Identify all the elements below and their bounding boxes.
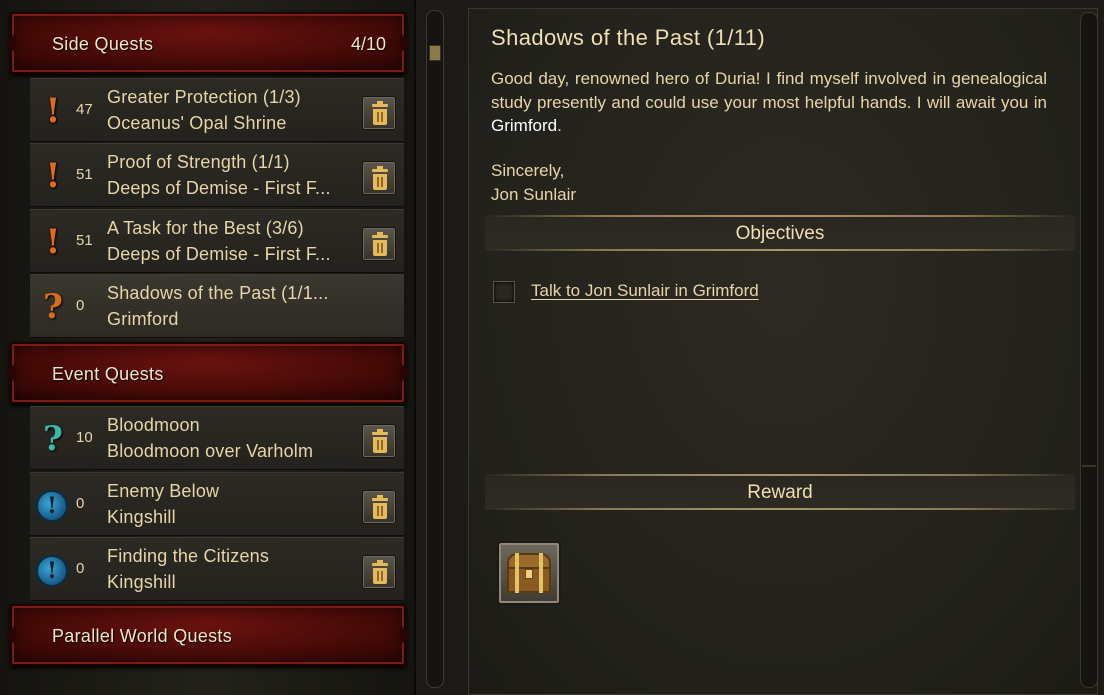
quest-detail-scrollbar[interactable]	[1080, 12, 1098, 688]
abandon-quest-button[interactable]	[362, 424, 396, 458]
description-text: Good day, renowned hero of Duria! I find…	[491, 69, 1047, 112]
quest-row-proof-of-strength[interactable]: ! 51 Proof of Strength (1/1) Deeps of De…	[30, 143, 404, 207]
reward-header: Reward	[485, 468, 1075, 516]
category-title: Event Quests	[52, 364, 164, 384]
category-title: Side Quests	[52, 34, 154, 54]
quest-name: Greater Protection (1/3)	[107, 87, 301, 107]
quest-level: 10	[76, 429, 93, 446]
quest-name: A Task for the Best (3/6)	[107, 218, 304, 238]
category-title: Parallel World Quests	[52, 626, 233, 646]
reward-title: Reward	[747, 482, 813, 503]
quest-signoff: Sincerely, Jon Sunlair	[491, 159, 576, 206]
quest-list-scrollbar[interactable]	[426, 10, 444, 688]
location-highlight: Grimford	[491, 116, 558, 135]
quest-level: 0	[76, 495, 85, 512]
category-parallel-world-quests[interactable]: Parallel World Quests	[10, 604, 406, 666]
quest-row-task-for-the-best[interactable]: ! 51 A Task for the Best (3/6) Deeps of …	[30, 209, 404, 273]
quest-level: 0	[76, 297, 85, 314]
reward-item-slot[interactable]	[497, 541, 561, 605]
quest-name: Proof of Strength (1/1)	[107, 152, 290, 172]
quest-row-greater-protection[interactable]: ! 47 Greater Protection (1/3) Oceanus' O…	[30, 78, 404, 142]
quest-count: 4/10	[350, 34, 386, 54]
quest-level: 0	[76, 560, 85, 577]
scrollbar-thumb[interactable]	[429, 45, 441, 61]
quest-detail-title: Shadows of the Past (1/11)	[491, 25, 766, 50]
category-event-quests[interactable]: Event Quests	[10, 342, 406, 404]
quest-level: 51	[76, 232, 93, 249]
quest-name: Enemy Below	[107, 481, 220, 501]
question-mark-icon: ?	[43, 287, 63, 327]
quest-location: Oceanus' Opal Shrine	[107, 113, 287, 133]
quest-name: Finding the Citizens	[107, 546, 270, 566]
quest-row-bloodmoon[interactable]: ? 10 Bloodmoon Bloodmoon over Varholm	[30, 406, 404, 470]
description-end: .	[557, 116, 562, 135]
quest-row-enemy-below[interactable]: ! 0 Enemy Below Kingshill	[30, 472, 404, 536]
quest-row-finding-the-citizens[interactable]: ! 0 Finding the Citizens Kingshill	[30, 537, 404, 601]
exclamation-icon: !	[45, 91, 61, 131]
exclamation-icon: !	[45, 156, 61, 196]
abandon-quest-button[interactable]	[362, 96, 396, 130]
objective-link[interactable]: Talk to Jon Sunlair in Grimford	[531, 281, 759, 301]
quest-list-panel: Side Quests 4/10 ! 47 Greater Protection…	[0, 0, 416, 695]
teal-question-mark-icon: ?	[43, 419, 63, 459]
quest-name: Shadows of the Past (1/1...	[107, 283, 329, 303]
abandon-quest-button[interactable]	[362, 227, 396, 261]
objective-checkbox	[493, 281, 515, 303]
quest-location: Kingshill	[107, 572, 176, 592]
quest-location: Bloodmoon over Varholm	[107, 441, 314, 461]
quest-location: Grimford	[107, 309, 179, 329]
abandon-quest-button[interactable]	[362, 161, 396, 195]
quest-row-shadows-of-the-past[interactable]: ? 0 Shadows of the Past (1/1... Grimford	[30, 274, 404, 338]
quest-location: Deeps of Demise - First F...	[107, 244, 331, 264]
quest-detail-panel: Shadows of the Past (1/11) Good day, ren…	[468, 8, 1098, 695]
quest-location: Deeps of Demise - First F...	[107, 178, 331, 198]
abandon-quest-button[interactable]	[362, 490, 396, 524]
category-side-quests[interactable]: Side Quests 4/10	[10, 12, 406, 74]
signoff-line: Sincerely,	[491, 161, 565, 180]
quest-description: Good day, renowned hero of Duria! I find…	[491, 67, 1047, 138]
event-exclamation-icon: !	[36, 490, 68, 522]
exclamation-icon: !	[45, 222, 61, 262]
quest-name: Bloodmoon	[107, 415, 200, 435]
quest-location: Kingshill	[107, 507, 176, 527]
signoff-name: Jon Sunlair	[491, 184, 577, 204]
treasure-chest-icon	[507, 553, 551, 593]
quest-level: 51	[76, 166, 93, 183]
quest-level: 47	[76, 101, 93, 118]
abandon-quest-button[interactable]	[362, 555, 396, 589]
event-exclamation-icon: !	[36, 555, 68, 587]
objectives-title: Objectives	[735, 223, 825, 244]
objectives-header: Objectives	[485, 209, 1075, 257]
